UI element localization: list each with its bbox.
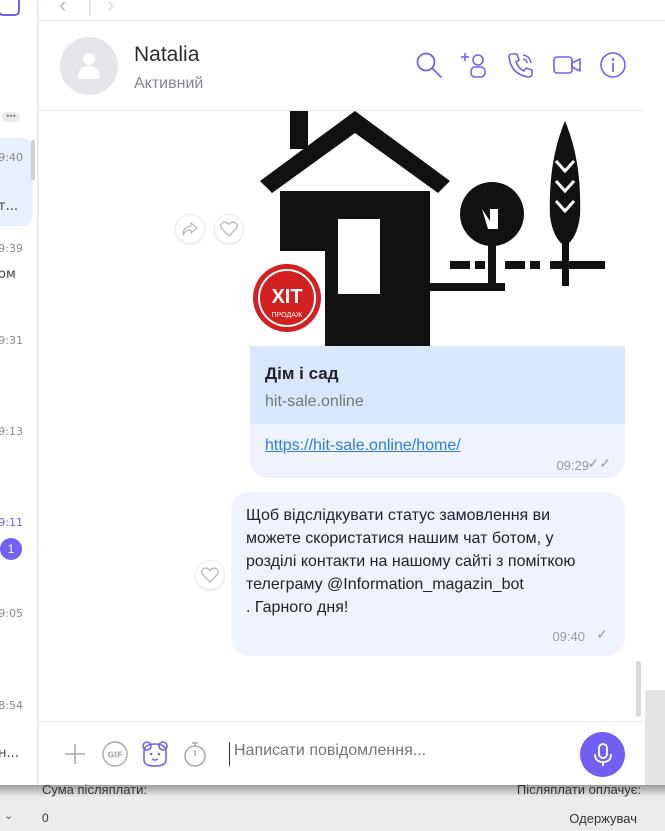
message-line: розділі контакти на нашому сайті з поміт…: [246, 553, 576, 570]
back-arrow-icon[interactable]: ‹: [59, 0, 66, 18]
gif-icon[interactable]: GIF: [101, 740, 129, 768]
message-line: телеграму @Information_magazin_bot: [246, 576, 524, 593]
chat-time: 09:39: [0, 242, 23, 255]
message-time: 09:40: [552, 629, 585, 644]
divider: |: [87, 0, 93, 17]
message-link[interactable]: https://hit-sale.online/home/: [265, 437, 461, 455]
message-line: Щоб відслідкувати статус замовлення ви: [246, 507, 551, 524]
link-preview-site: hit-sale.online: [265, 393, 364, 410]
message-scrollbar[interactable]: [636, 661, 641, 717]
background-window: Сума післяплати: Післяплати оплачує: ⌄ 0…: [0, 782, 665, 831]
more-dots-icon[interactable]: •••: [2, 112, 20, 122]
navigation-bar: ‹ | ›: [39, 0, 665, 21]
chat-time: 09:05: [0, 607, 23, 620]
plus-icon[interactable]: [61, 740, 89, 768]
user-placeholder-icon: [78, 53, 100, 79]
chat-time: 09:13: [0, 425, 23, 438]
like-heart-icon[interactable]: [214, 214, 244, 244]
cod-payer-value[interactable]: Одержувач: [569, 811, 637, 826]
unread-badge: 1: [0, 538, 22, 560]
background-window-edge: [645, 690, 665, 785]
add-participant-icon[interactable]: [461, 51, 489, 79]
like-heart-icon[interactable]: [195, 560, 225, 590]
message-time: 09:29: [556, 458, 589, 473]
search-icon[interactable]: [415, 51, 443, 79]
message-input[interactable]: [234, 742, 564, 760]
cod-amount-label: Сума післяплати:: [42, 782, 147, 797]
cod-amount-value[interactable]: 0: [42, 811, 49, 825]
link-preview-info[interactable]: Дім і сад hit-sale.online: [250, 346, 625, 424]
house-garden-illustration: ХІТ ПРОДАЖ: [250, 111, 605, 351]
info-icon[interactable]: [599, 51, 627, 79]
voice-message-button[interactable]: [580, 732, 625, 777]
viber-window: ••• 09:40 т... 09:39 ом 09:31 09:13 09:1…: [0, 0, 665, 831]
chat-time: 8:54: [0, 699, 23, 712]
sale-badge-subtext: ПРОДАЖ: [272, 312, 303, 319]
link-preview-image[interactable]: ХІТ ПРОДАЖ: [250, 111, 625, 351]
double-check-icon: ✓✓: [587, 455, 611, 471]
forward-arrow-icon[interactable]: ›: [107, 0, 114, 18]
message-line: можете скористатися нашим чат ботом, у: [246, 530, 554, 547]
contact-status: Активний: [134, 75, 204, 92]
sale-badge-text: ХІТ: [271, 286, 302, 308]
text-caret: [229, 742, 230, 766]
chat-snippet: ом: [0, 267, 16, 282]
message-list[interactable]: ХІТ ПРОДАЖ Дім і сад hit-sale.online htt…: [39, 111, 645, 721]
contact-name[interactable]: Natalia: [134, 43, 199, 67]
microphone-icon: [594, 743, 612, 766]
message-text: Щоб відслідкувати статус замовлення ви м…: [246, 504, 616, 619]
chat-snippet: н...: [0, 746, 19, 761]
video-call-icon[interactable]: [553, 51, 581, 79]
chevron-down-icon[interactable]: ⌄: [4, 809, 13, 822]
text-message[interactable]: Щоб відслідкувати статус замовлення ви м…: [231, 492, 625, 656]
chat-list-sidebar: ••• 09:40 т... 09:39 ом 09:31 09:13 09:1…: [0, 0, 38, 785]
chat-time: 09:40: [0, 151, 23, 164]
chat-header: Natalia Активний: [39, 21, 645, 111]
link-preview-message[interactable]: ХІТ ПРОДАЖ Дім і сад hit-sale.online htt…: [250, 111, 625, 478]
avatar[interactable]: [60, 37, 118, 95]
check-icon: ✓: [596, 626, 608, 642]
forward-icon[interactable]: [175, 214, 205, 244]
cod-payer-label: Післяплати оплачує:: [516, 782, 641, 797]
link-preview-title: Дім і сад: [265, 364, 339, 383]
chat-time: 09:31: [0, 334, 23, 347]
window-edge: [645, 21, 665, 721]
compose-icon[interactable]: [0, 0, 20, 16]
chat-snippet: т...: [0, 199, 18, 214]
message-line: . Гарного дня!: [246, 599, 349, 616]
phone-call-icon[interactable]: [507, 51, 535, 79]
message-composer: GIF: [39, 721, 645, 785]
sticker-bear-icon[interactable]: [141, 740, 169, 768]
timer-icon[interactable]: [181, 740, 209, 768]
chat-time-unread: 09:11: [0, 516, 23, 529]
sidebar-scrollbar[interactable]: [31, 140, 35, 180]
svg-text:GIF: GIF: [107, 751, 122, 760]
